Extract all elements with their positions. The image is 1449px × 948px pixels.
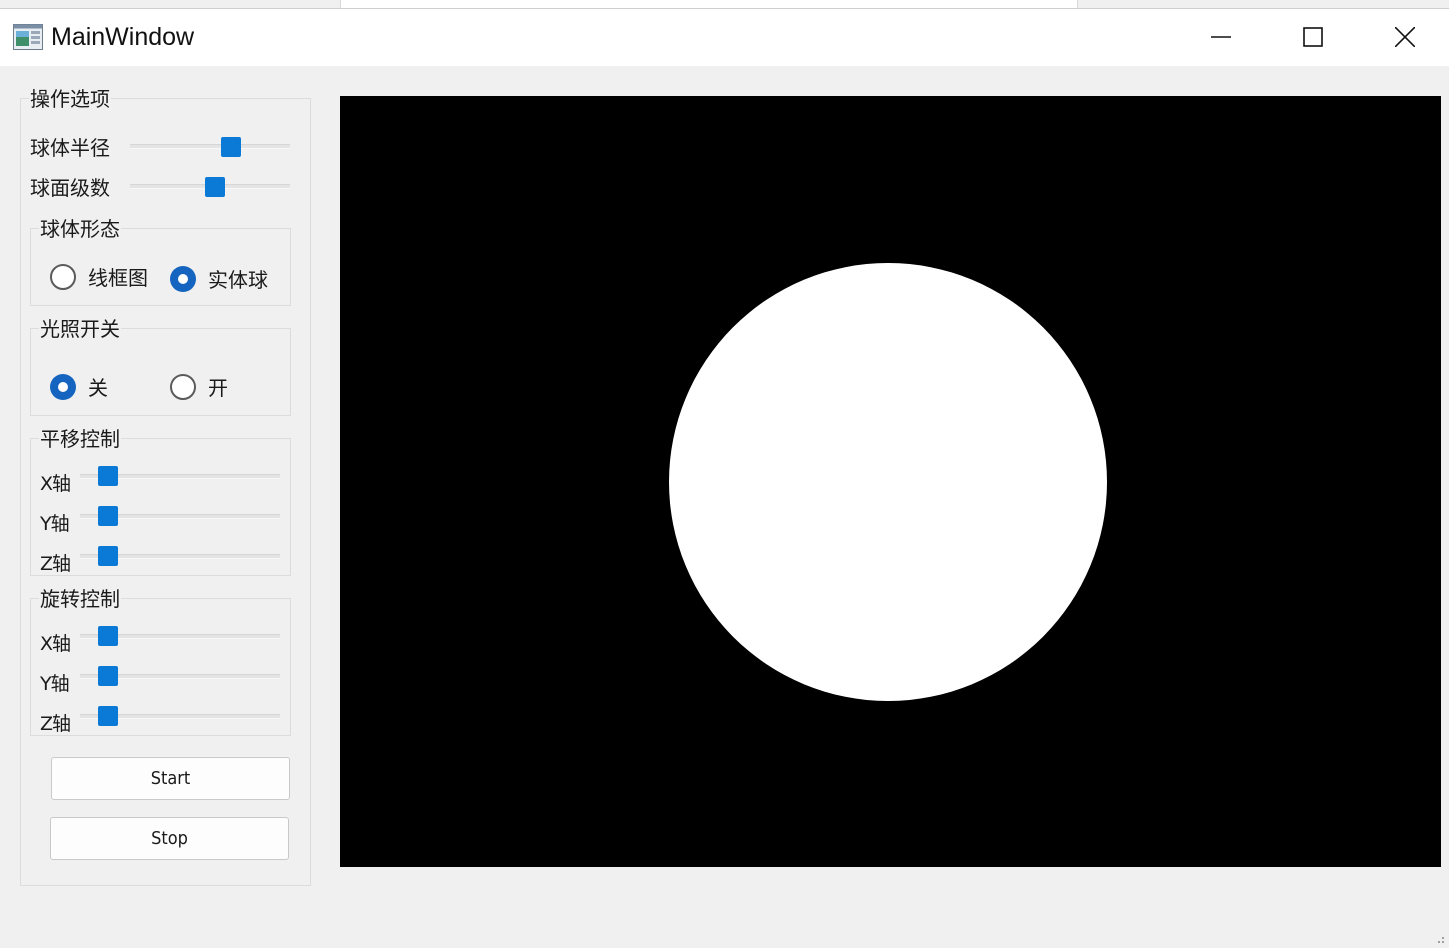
rotate-group-title: 旋转控制 — [39, 587, 121, 611]
main-window: MainWindow 操作选项 球体半径 球面级数 球体形态 线框图 实体球 光… — [0, 8, 1449, 948]
sphere-levels-label: 球面级数 — [30, 176, 110, 200]
resize-grip-icon[interactable] — [1435, 936, 1445, 946]
close-button[interactable] — [1359, 9, 1449, 66]
window-title: MainWindow — [51, 23, 195, 51]
lighting-group-title: 光照开关 — [39, 317, 121, 341]
solid-sphere-radio[interactable] — [170, 266, 196, 292]
maximize-icon — [1303, 27, 1323, 47]
stop-button[interactable]: Stop — [50, 817, 289, 860]
sphere-radius-slider-handle[interactable] — [221, 137, 241, 157]
lighting-on-radio-label[interactable]: 开 — [208, 376, 228, 400]
start-button[interactable]: Start — [51, 757, 290, 800]
lighting-off-radio-label[interactable]: 关 — [88, 376, 108, 400]
rotate-y-slider-handle[interactable] — [98, 666, 118, 686]
rotate-z-slider-handle[interactable] — [98, 706, 118, 726]
sphere-levels-slider-handle[interactable] — [205, 177, 225, 197]
wireframe-radio-label[interactable]: 线框图 — [88, 266, 148, 290]
translate-z-label: Z轴 — [40, 553, 71, 575]
rotate-y-label: Y轴 — [40, 673, 70, 695]
rotate-x-slider-handle[interactable] — [98, 626, 118, 646]
options-group-title: 操作选项 — [29, 87, 111, 111]
minimize-icon — [1211, 36, 1231, 38]
translate-x-slider-handle[interactable] — [98, 466, 118, 486]
translate-y-label: Y轴 — [40, 513, 70, 535]
sphere-radius-label: 球体半径 — [30, 136, 110, 160]
client-area: 操作选项 球体半径 球面级数 球体形态 线框图 实体球 光照开关 关 开 平移控… — [0, 66, 1449, 948]
lighting-off-radio[interactable] — [50, 374, 76, 400]
lighting-group — [30, 328, 291, 416]
opengl-viewport[interactable] — [340, 96, 1441, 867]
desktop-strip — [0, 0, 1449, 8]
app-window-icon — [13, 24, 43, 50]
title-bar[interactable]: MainWindow — [0, 9, 1449, 66]
shape-group-title: 球体形态 — [39, 217, 121, 241]
rendered-sphere — [669, 263, 1107, 701]
minimize-button[interactable] — [1175, 9, 1267, 66]
maximize-button[interactable] — [1267, 9, 1359, 66]
close-icon — [1395, 27, 1415, 47]
lighting-on-radio[interactable] — [170, 374, 196, 400]
translate-y-slider-handle[interactable] — [98, 506, 118, 526]
solid-sphere-radio-label[interactable]: 实体球 — [208, 268, 268, 292]
translate-x-label: X轴 — [40, 473, 71, 495]
background-window-tab — [340, 0, 1078, 8]
translate-z-slider-handle[interactable] — [98, 546, 118, 566]
rotate-z-label: Z轴 — [40, 713, 71, 735]
sphere-radius-slider[interactable] — [130, 144, 290, 149]
wireframe-radio[interactable] — [50, 264, 76, 290]
rotate-x-label: X轴 — [40, 633, 71, 655]
translate-group-title: 平移控制 — [39, 427, 121, 451]
